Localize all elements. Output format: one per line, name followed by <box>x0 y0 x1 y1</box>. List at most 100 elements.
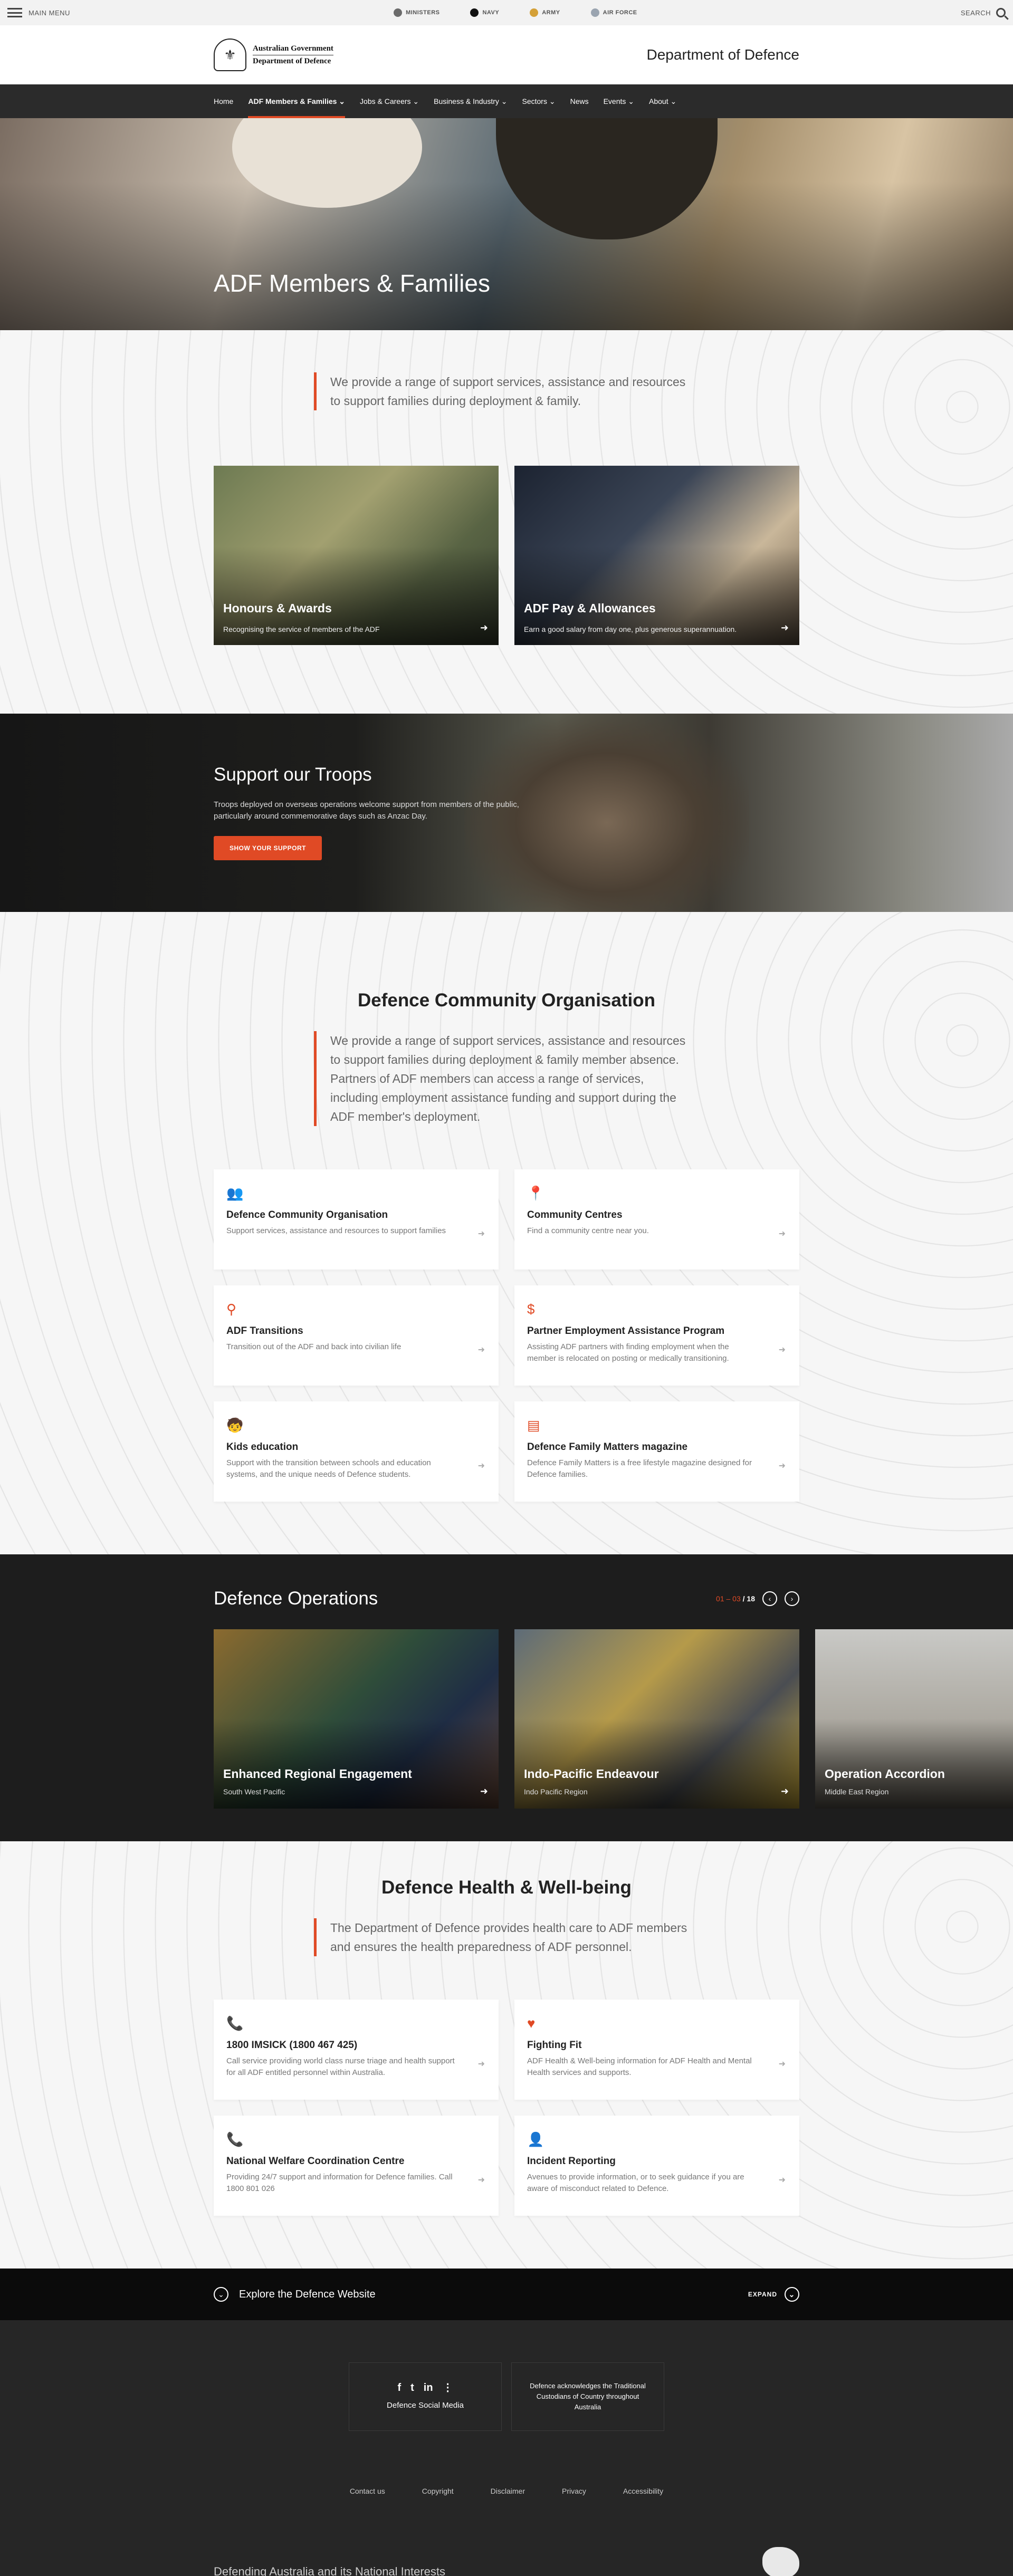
promo-card-subtitle: Recognising the service of members of th… <box>223 625 380 633</box>
card-title: 1800 IMSICK (1800 467 425) <box>226 2040 358 2051</box>
arrow-right-icon: ➜ <box>778 1345 786 1354</box>
nav-jobs-careers[interactable]: Jobs & Careers ⌄ <box>360 84 419 118</box>
card-overlay <box>214 466 499 645</box>
dco-card-adf-transitions[interactable]: ⚲ ADF Transitions Transition out of the … <box>214 1285 499 1386</box>
health-text: The Department of Defence provides healt… <box>314 1918 694 1956</box>
logo-line-2: Department of Defence <box>253 54 333 68</box>
explore-toggle[interactable]: ⌄ Explore the Defence Website <box>214 2287 376 2302</box>
search-icon <box>996 8 1006 17</box>
chevron-down-icon: ⌄ <box>785 2287 799 2302</box>
air-force-label: AIR FORCE <box>603 9 637 16</box>
navy-label: NAVY <box>482 9 500 16</box>
support-troops-banner: Support our Troops Troops deployed on ov… <box>0 714 1013 912</box>
search-label: SEARCH <box>960 8 991 17</box>
transition-icon: ⚲ <box>226 1301 237 1317</box>
card-title: Kids education <box>226 1441 299 1453</box>
main-menu-label: MAIN MENU <box>28 8 70 17</box>
phone-icon: 📞 <box>226 2131 244 2147</box>
operation-title: Indo-Pacific Endeavour <box>524 1767 659 1781</box>
australia-map-icon <box>762 2547 799 2576</box>
nav-about[interactable]: About ⌄ <box>649 84 676 118</box>
health-card-fighting-fit[interactable]: ♥ Fighting Fit ADF Health & Well-being i… <box>514 2000 799 2100</box>
facebook-icon[interactable]: f <box>397 2382 401 2393</box>
promo-card-title: ADF Pay & Allowances <box>524 601 656 615</box>
main-menu-button[interactable]: MAIN MENU <box>7 8 70 17</box>
army-link[interactable]: ARMY <box>530 8 560 17</box>
group-icon: 👥 <box>226 1185 244 1201</box>
show-support-button[interactable]: SHOW YOUR SUPPORT <box>214 836 322 860</box>
twitter-icon[interactable]: t <box>410 2382 414 2393</box>
operation-title: Operation Accordion <box>825 1767 945 1781</box>
site-footer: f t in ⋮ Defence Social Media Defence ac… <box>0 2320 1013 2576</box>
nav-home[interactable]: Home <box>214 84 233 118</box>
card-overlay <box>214 1629 499 1809</box>
operation-slide[interactable]: Operation Accordion Middle East Region <box>815 1629 1013 1809</box>
nav-events[interactable]: Events ⌄ <box>604 84 634 118</box>
card-desc: Assisting ADF partners with finding empl… <box>527 1342 729 1363</box>
support-troops-text: Troops deployed on overseas operations w… <box>214 800 519 821</box>
nav-sectors[interactable]: Sectors ⌄ <box>522 84 555 118</box>
operation-slide[interactable]: Indo-Pacific Endeavour Indo Pacific Regi… <box>514 1629 799 1809</box>
footer-links: Contact us Copyright Disclaimer Privacy … <box>0 2487 1013 2495</box>
card-title: Incident Reporting <box>527 2156 616 2167</box>
dco-text: We provide a range of support services, … <box>314 1031 694 1126</box>
hamburger-icon <box>7 8 22 17</box>
footer-link-privacy[interactable]: Privacy <box>562 2487 586 2495</box>
navy-link[interactable]: NAVY <box>470 8 499 17</box>
hero-photo-cap <box>496 118 718 239</box>
chevron-down-icon: ⌄ <box>214 2287 228 2302</box>
nav-news[interactable]: News <box>570 84 589 118</box>
air-force-link[interactable]: AIR FORCE <box>590 8 637 17</box>
health-title: Defence Health & Well-being <box>381 1877 632 1898</box>
search-button[interactable]: SEARCH <box>961 8 1006 17</box>
chevron-left-icon[interactable]: ‹ <box>762 1591 777 1606</box>
intro-text: We provide a range of support services, … <box>314 372 694 410</box>
health-card-imsick[interactable]: 📞 1800 IMSICK (1800 467 425) Call servic… <box>214 2000 499 2100</box>
carousel-range: 01 – 03 <box>716 1594 741 1603</box>
card-title: Partner Employment Assistance Program <box>527 1325 725 1337</box>
expand-button[interactable]: EXPAND ⌄ <box>748 2287 799 2302</box>
dco-title: Defence Community Organisation <box>358 990 655 1011</box>
service-links: MINISTERS NAVY ARMY AIR FORCE <box>394 8 637 17</box>
ministers-label: MINISTERS <box>406 9 440 16</box>
arrow-right-icon: ➜ <box>477 1462 485 1470</box>
promo-card-pay[interactable]: ADF Pay & Allowances Earn a good salary … <box>514 466 799 645</box>
ministers-link[interactable]: MINISTERS <box>394 8 439 17</box>
nav-adf-members-families[interactable]: ADF Members & Families ⌄ <box>248 84 345 118</box>
dco-card-partner-employment[interactable]: $ Partner Employment Assistance Program … <box>514 1285 799 1386</box>
dco-card-kids-education[interactable]: 🧒 Kids education Support with the transi… <box>214 1401 499 1502</box>
card-desc: Defence Family Matters is a free lifesty… <box>527 1458 752 1479</box>
chevron-right-icon[interactable]: › <box>785 1591 799 1606</box>
footer-link-accessibility[interactable]: Accessibility <box>623 2487 663 2495</box>
health-card-incident-reporting[interactable]: 👤 Incident Reporting Avenues to provide … <box>514 2116 799 2216</box>
more-icon[interactable]: ⋮ <box>443 2382 453 2393</box>
footer-link-disclaimer[interactable]: Disclaimer <box>491 2487 525 2495</box>
logo-line-1: Australian Government <box>253 44 333 53</box>
arrow-right-icon: ➜ <box>477 2060 485 2069</box>
card-desc: ADF Health & Well-being information for … <box>527 2056 752 2077</box>
footer-link-contact[interactable]: Contact us <box>350 2487 385 2495</box>
acknowledgement-box: Defence acknowledges the Traditional Cus… <box>511 2362 664 2431</box>
card-title: National Welfare Coordination Centre <box>226 2156 405 2167</box>
arrow-right-icon: ➜ <box>778 1462 786 1470</box>
operation-title: Enhanced Regional Engagement <box>223 1767 412 1781</box>
hero-banner: ADF Members & Families <box>0 118 1013 330</box>
arrow-right-icon: ➜ <box>780 622 789 633</box>
dco-card-community-organisation[interactable]: 👥 Defence Community Organisation Support… <box>214 1169 499 1270</box>
footer-link-copyright[interactable]: Copyright <box>422 2487 454 2495</box>
operation-slide[interactable]: Enhanced Regional Engagement South West … <box>214 1629 499 1809</box>
arrow-right-icon: ➜ <box>780 1786 789 1796</box>
dco-card-community-centres[interactable]: 📍 Community Centres Find a community cen… <box>514 1169 799 1270</box>
linkedin-icon[interactable]: in <box>424 2382 433 2393</box>
intro-section: We provide a range of support services, … <box>0 330 1013 714</box>
government-logo[interactable]: ⚜ Australian Government Department of De… <box>214 39 333 71</box>
support-troops-title: Support our Troops <box>214 764 372 785</box>
promo-card-honours[interactable]: Honours & Awards Recognising the service… <box>214 466 499 645</box>
army-icon <box>530 8 539 17</box>
card-overlay <box>514 466 799 645</box>
health-card-welfare[interactable]: 📞 National Welfare Coordination Centre P… <box>214 2116 499 2216</box>
dco-card-family-matters[interactable]: ▤ Defence Family Matters magazine Defenc… <box>514 1401 799 1502</box>
nav-business-industry[interactable]: Business & Industry ⌄ <box>434 84 507 118</box>
card-title: Defence Community Organisation <box>226 1209 388 1220</box>
card-desc: Transition out of the ADF and back into … <box>226 1342 402 1351</box>
